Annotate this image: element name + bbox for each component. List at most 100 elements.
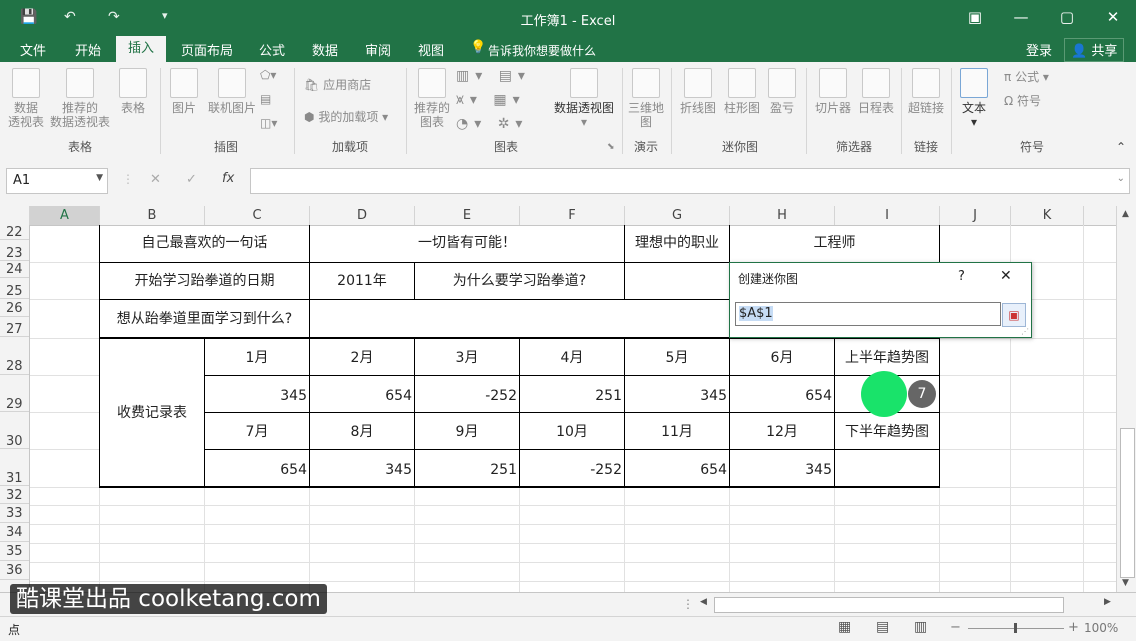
cell-value[interactable]: 654: [310, 386, 412, 406]
resize-grip-icon[interactable]: ⋰: [1021, 327, 1029, 336]
equation-button[interactable]: π 公式 ▾: [1004, 68, 1049, 85]
cell-month[interactable]: 11月: [625, 422, 729, 442]
column-header-i[interactable]: I: [835, 206, 940, 225]
row-header-29[interactable]: 29: [0, 376, 29, 412]
zoom-in-icon[interactable]: +: [1068, 620, 1079, 635]
row-header-35[interactable]: 35: [0, 543, 29, 561]
cell-value[interactable]: 654: [625, 460, 727, 480]
dialog-close-button[interactable]: ✕: [1000, 268, 1012, 284]
cell-value[interactable]: -252: [520, 460, 622, 480]
column-header-d[interactable]: D: [310, 206, 415, 225]
ribbon-display-options-icon[interactable]: ▣: [960, 8, 990, 26]
recommended-pivot-button[interactable]: 推荐的 数据透视表: [48, 68, 112, 129]
column-header-e[interactable]: E: [415, 206, 520, 225]
cell-value[interactable]: 345: [625, 386, 727, 406]
column-header-b[interactable]: B: [100, 206, 205, 225]
tab-view[interactable]: 视图: [418, 40, 444, 59]
text-button[interactable]: 文本 ▾: [956, 68, 992, 129]
row-header-31[interactable]: 31: [0, 450, 29, 486]
sparkline-line-button[interactable]: 折线图: [676, 68, 720, 115]
tab-insert[interactable]: 插入: [116, 36, 167, 62]
insert-function-icon[interactable]: fx: [222, 171, 234, 186]
sparkline-winloss-button[interactable]: 盈亏: [764, 68, 800, 115]
row-header-34[interactable]: 34: [0, 524, 29, 542]
chart-type-icons[interactable]: ▥▾ ▤▾: [456, 68, 531, 84]
cell-month[interactable]: 1月: [205, 348, 309, 368]
data-range-input[interactable]: $A$1: [735, 302, 1001, 326]
row-header-32[interactable]: 32: [0, 487, 29, 504]
table-button[interactable]: 表格: [116, 68, 150, 115]
column-header-g[interactable]: G: [625, 206, 730, 225]
cell-trend-label-2[interactable]: 下半年趋势图: [835, 422, 939, 442]
cell-month[interactable]: 7月: [205, 422, 309, 442]
page-break-view-icon[interactable]: ▥: [914, 619, 927, 635]
drag-handle-icon[interactable]: ⋮: [122, 172, 134, 186]
cell-month[interactable]: 8月: [310, 422, 414, 442]
share-button[interactable]: 👤 共享: [1064, 38, 1125, 62]
column-header-c[interactable]: C: [205, 206, 310, 225]
cell-month[interactable]: 10月: [520, 422, 624, 442]
row-header-26[interactable]: 26: [0, 300, 29, 317]
picture-button[interactable]: 图片: [166, 68, 202, 115]
cell-fav-sentence-label[interactable]: 自己最喜欢的一句话: [100, 233, 309, 253]
smartart-icon[interactable]: ▤: [260, 92, 271, 106]
zoom-slider-thumb[interactable]: [1014, 623, 1017, 633]
collapse-ribbon-icon[interactable]: ⌃: [1116, 140, 1126, 154]
cell-learn-label[interactable]: 想从跆拳道里面学习到什么?: [100, 309, 309, 329]
column-header-a[interactable]: A: [30, 206, 100, 225]
hscroll-left-icon[interactable]: ◀: [700, 597, 707, 607]
cell-job-label[interactable]: 理想中的职业: [625, 233, 729, 253]
cell-month[interactable]: 9月: [415, 422, 519, 442]
row-header-28[interactable]: 28: [0, 338, 29, 375]
cell-value[interactable]: 345: [310, 460, 412, 480]
column-header-j[interactable]: J: [940, 206, 1011, 225]
tab-formulas[interactable]: 公式: [259, 40, 285, 59]
cell-value[interactable]: 654: [205, 460, 307, 480]
cell-value[interactable]: 345: [730, 460, 832, 480]
cell-fav-sentence[interactable]: 一切皆有可能！: [310, 233, 624, 253]
name-box[interactable]: A1 ▼: [6, 168, 108, 194]
tab-data[interactable]: 数据: [312, 40, 338, 59]
chart-type-icons-3[interactable]: ◔▾ ✲▾: [456, 116, 528, 132]
column-header-h[interactable]: H: [730, 206, 835, 225]
hscroll-thumb[interactable]: [714, 597, 1064, 613]
tab-file[interactable]: 文件: [20, 40, 46, 59]
cell-value[interactable]: 251: [520, 386, 622, 406]
cell-value[interactable]: 345: [205, 386, 307, 406]
symbol-button[interactable]: Ω 符号: [1004, 92, 1041, 109]
scroll-up-icon[interactable]: ▲: [1122, 209, 1129, 219]
enter-icon[interactable]: ✓: [186, 172, 197, 187]
online-picture-button[interactable]: 联机图片: [205, 68, 259, 115]
hscroll-right-icon[interactable]: ▶: [1104, 597, 1111, 607]
hyperlink-button[interactable]: 超链接: [906, 68, 946, 115]
formula-input[interactable]: ⌄: [250, 168, 1130, 194]
row-header-27[interactable]: 27: [0, 318, 29, 337]
cell-month[interactable]: 12月: [730, 422, 834, 442]
normal-view-icon[interactable]: ▦: [838, 619, 851, 635]
cell-fee-label[interactable]: 收费记录表: [100, 403, 204, 423]
cell-why-label[interactable]: 为什么要学习跆拳道?: [415, 271, 624, 291]
cancel-icon[interactable]: ✕: [150, 172, 161, 187]
recommended-charts-button[interactable]: 推荐的 图表: [412, 68, 452, 129]
zoom-level[interactable]: 100%: [1084, 621, 1118, 635]
row-header-36[interactable]: 36: [0, 562, 29, 580]
cell-month[interactable]: 2月: [310, 348, 414, 368]
shapes-icon[interactable]: ⬠▾: [260, 68, 276, 82]
cell-start-label[interactable]: 开始学习跆拳道的日期: [100, 271, 309, 291]
chevron-down-icon[interactable]: ▼: [96, 173, 103, 183]
pivot-table-button[interactable]: 数据 透视表: [6, 68, 46, 129]
pivot-chart-button[interactable]: 数据透视图 ▾: [552, 68, 616, 129]
row-header-23[interactable]: 23: [0, 241, 29, 261]
sparkline-column-button[interactable]: 柱形图: [720, 68, 764, 115]
cell-value[interactable]: -252: [415, 386, 517, 406]
cell-value[interactable]: 251: [415, 460, 517, 480]
page-layout-view-icon[interactable]: ▤: [876, 619, 889, 635]
dialog-launcher-icon[interactable]: ⬊: [607, 142, 615, 152]
cell-value[interactable]: 654: [730, 386, 832, 406]
help-button[interactable]: ?: [958, 269, 965, 284]
sign-in-link[interactable]: 登录: [1026, 40, 1052, 59]
zoom-out-icon[interactable]: −: [950, 620, 961, 635]
cell-month[interactable]: 3月: [415, 348, 519, 368]
column-header-f[interactable]: F: [520, 206, 625, 225]
store-button[interactable]: 🛍 应用商店: [304, 76, 371, 93]
